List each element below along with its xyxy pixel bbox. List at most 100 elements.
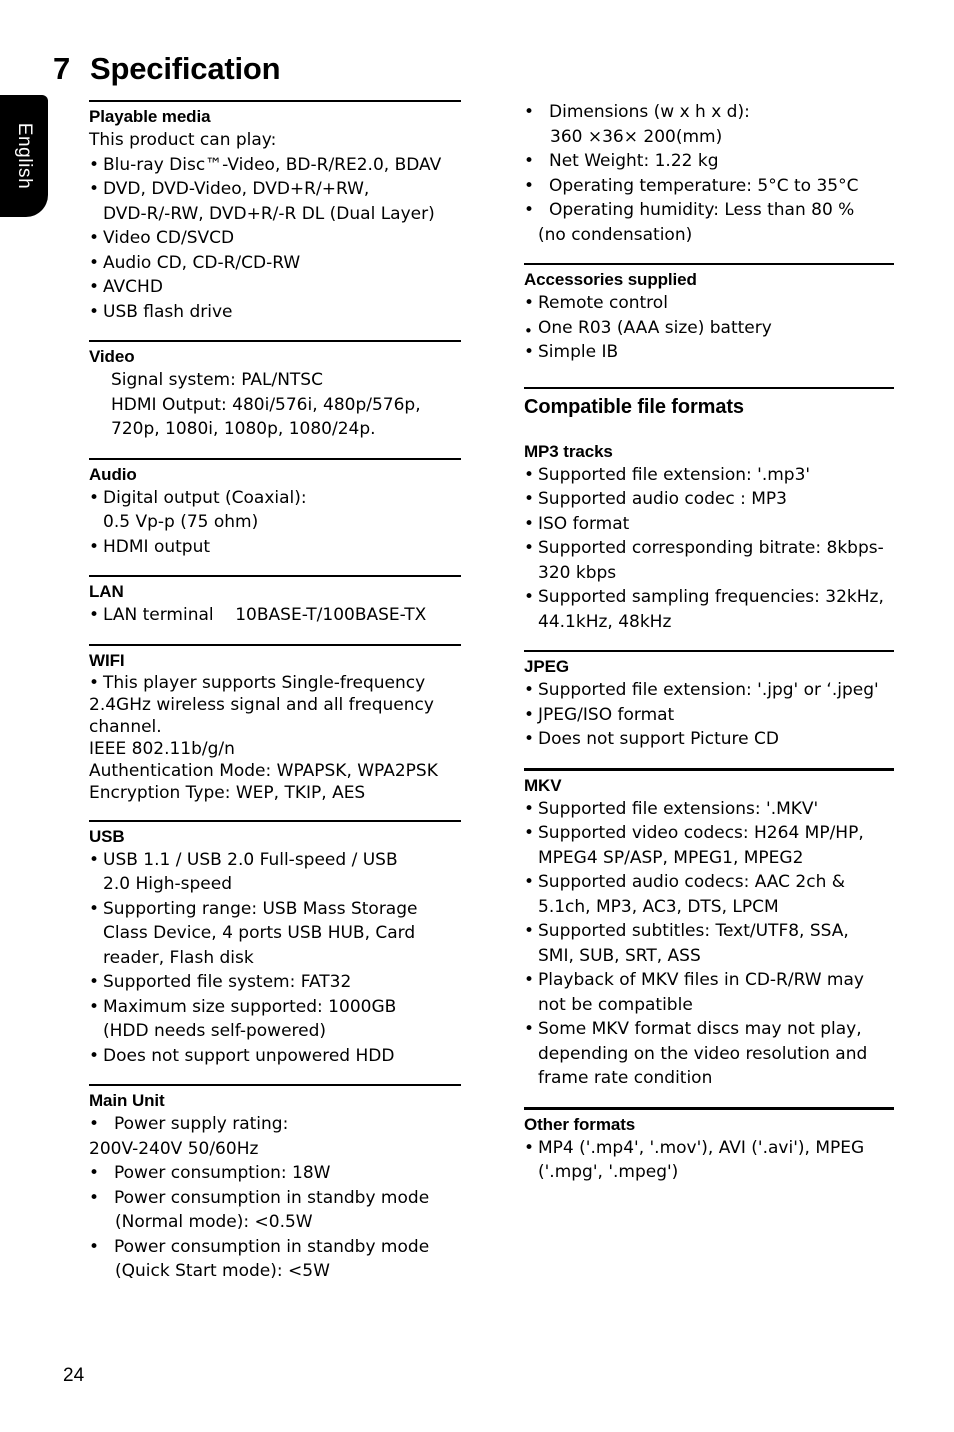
line-text: Supported audio codec : MP3	[538, 489, 787, 509]
bullet-marker: •	[524, 293, 535, 313]
bullet-marker: •	[89, 228, 100, 248]
bullet-item: • Operating temperature: 5°C to 35°C	[524, 174, 894, 199]
spec-section: Accessories supplied • Remote control • One …	[524, 263, 894, 365]
spec-section: Audio • Digital output (Coaxial): 0.5 Vp-p …	[89, 457, 461, 560]
bullet-marker: •	[89, 487, 100, 508]
section-heading: MP3 tracks	[524, 441, 613, 461]
bullet-item: • Audio CD, CD-R/CD-RW	[89, 251, 461, 276]
section-heading: WIFI	[89, 650, 125, 670]
line-text: Supported file extensions: '.MKV'	[538, 798, 819, 819]
line-text: 5.1ch, MP3, AC3, DTS, LPCM	[538, 896, 779, 917]
bullet-item: • Net Weight: 1.22 kg	[524, 149, 894, 174]
section-divider	[89, 643, 461, 646]
section-divider	[89, 575, 461, 577]
bullet-item: • Supported video codecs: H264 MP/HP,	[524, 821, 894, 846]
language-label: English	[14, 122, 35, 190]
bullet-marker: •	[89, 672, 100, 693]
bullet-marker: •	[89, 972, 100, 992]
line-text: Power consumption in standby mode	[114, 1236, 430, 1257]
bullet-item: • ISO format	[524, 512, 894, 537]
bullet-marker: •	[89, 252, 100, 273]
bullet-item: • AVCHD	[89, 275, 461, 300]
continuation-line: MPEG4 SP/ASP, MPEG1, MPEG2	[524, 846, 894, 871]
spec-section: WIFI • This player supports Single-frequen…	[89, 643, 461, 804]
text-block: • Remote control • One R03 (AAA size) batte…	[524, 291, 894, 365]
line-text: DVD-R/-RW, DVD+R/-R DL (Dual Layer)	[103, 203, 435, 224]
line-text: This player supports Single-frequency	[103, 672, 426, 693]
line-text: Audio CD, CD-R/CD-RW	[103, 252, 301, 273]
continuation-line: depending on the video resolution and	[524, 1042, 894, 1067]
continuation-line: reader, Flash disk	[89, 946, 461, 971]
bullet-item: • Remote control	[524, 291, 894, 316]
line-text: Authentication Mode: WPAPSK, WPA2PSK	[89, 760, 438, 781]
bullet-marker: •	[524, 464, 535, 485]
line-text: DVD, DVD-Video, DVD+R/+RW,	[103, 179, 370, 199]
section-heading: Accessories supplied	[524, 270, 697, 289]
line-text: IEEE 802.11b/g/n	[89, 738, 235, 759]
line-text: Supported video codecs: H264 MP/HP,	[538, 823, 864, 843]
section-heading: MKV	[524, 775, 562, 795]
text-block: • Supported file extensions: '.MKV' • Suppo…	[524, 797, 894, 1091]
bullet-item: • HDMI output	[89, 535, 461, 560]
bullet-marker: •	[89, 996, 100, 1017]
bullet-marker: •	[524, 1137, 535, 1158]
line-text: Operating humidity: Less than 80 %	[549, 200, 855, 220]
page-number: 24	[63, 1365, 85, 1386]
continuation-line: not be compatible	[524, 993, 894, 1018]
section-heading: Video	[89, 347, 135, 366]
bullet-marker: •	[524, 1019, 535, 1039]
bullet-marker: •	[89, 1045, 100, 1066]
section-divider	[89, 819, 461, 822]
bullet-item: • Blu-ray Disc™-Video, BD-R/RE2.0, BDAV	[89, 153, 461, 178]
chapter-number: 7	[53, 51, 71, 86]
bullet-marker: •	[89, 536, 100, 557]
continuation-line: 5.1ch, MP3, AC3, DTS, LPCM	[524, 895, 894, 920]
line-text: ISO format	[538, 513, 630, 534]
bullet-item: • MP4 ('.mp4', '.mov'), AVI ('.avi'), MPE…	[524, 1136, 894, 1161]
line-text: Does not support unpowered HDD	[103, 1045, 395, 1066]
line-text: Supporting range: USB Mass Storage	[103, 898, 418, 919]
bullet-marker: •	[524, 175, 535, 196]
line-text: USB 1.1 / USB 2.0 Full-speed / USB	[103, 849, 398, 870]
line-text: SMI, SUB, SRT, ASS	[538, 945, 701, 966]
spec-section: Video Signal system: PAL/NTSC HDMI Output:…	[89, 340, 461, 442]
bullet-item: • Supported audio codec : MP3	[524, 487, 894, 512]
spec-section: Other formats • MP4 ('.mp4', '.mov'), AVI …	[524, 1106, 894, 1185]
text-line: 720p, 1080i, 1080p, 1080/24p.	[89, 417, 461, 442]
bullet-item: • Operating humidity: Less than 80 %	[524, 198, 894, 223]
text-block: • LAN terminal 10BASE-T/100BASE-TX	[89, 603, 461, 628]
line-text: MPEG4 SP/ASP, MPEG1, MPEG2	[538, 847, 804, 868]
line-text: Digital output (Coaxial):	[103, 487, 307, 508]
bullet-item: • USB 1.1 / USB 2.0 Full-speed / USB	[89, 848, 461, 873]
text-block: This product can play: • Blu-ray Disc™-Vid…	[89, 128, 461, 324]
text-line: HDMI Output: 480i/576i, 480p/576p,	[89, 393, 461, 418]
section-divider	[89, 457, 461, 460]
bullet-marker: •	[524, 102, 535, 122]
bullet-item: • Supported file system: FAT32	[89, 970, 461, 995]
language-side-tab: English	[0, 95, 48, 217]
line-text: Encryption Type: WEP, TKIP, AES	[89, 782, 366, 803]
bullet-item: • Playback of MKV files in CD-R/RW may	[524, 968, 894, 993]
bullet-marker: •	[524, 151, 535, 171]
compatible-formats-heading: Compatible file formats	[524, 395, 744, 418]
line-text: 44.1kHz, 48kHz	[538, 611, 672, 632]
line-text: 720p, 1080i, 1080p, 1080/24p.	[111, 419, 376, 439]
bullet-marker: •	[89, 849, 100, 870]
spec-section: MP3 tracks • Supported file extension: '.m…	[524, 441, 894, 635]
line-text: One R03 (AAA size) battery	[538, 317, 772, 338]
bullet-item: • DVD, DVD-Video, DVD+R/+RW,	[89, 177, 461, 202]
bullet-marker: •	[89, 1236, 100, 1257]
line-text: 200V-240V 50/60Hz	[89, 1138, 259, 1159]
bullet-item: • Does not support unpowered HDD	[89, 1044, 461, 1069]
line-text: Maximum size supported: 1000GB	[103, 996, 397, 1017]
text-block: • This player supports Single-frequency 2.…	[89, 672, 461, 804]
continuation-line: 320 kbps	[524, 561, 894, 586]
line-text: Net Weight: 1.22 kg	[549, 151, 719, 171]
line-text: Blu-ray Disc™-Video, BD-R/RE2.0, BDAV	[103, 154, 442, 175]
